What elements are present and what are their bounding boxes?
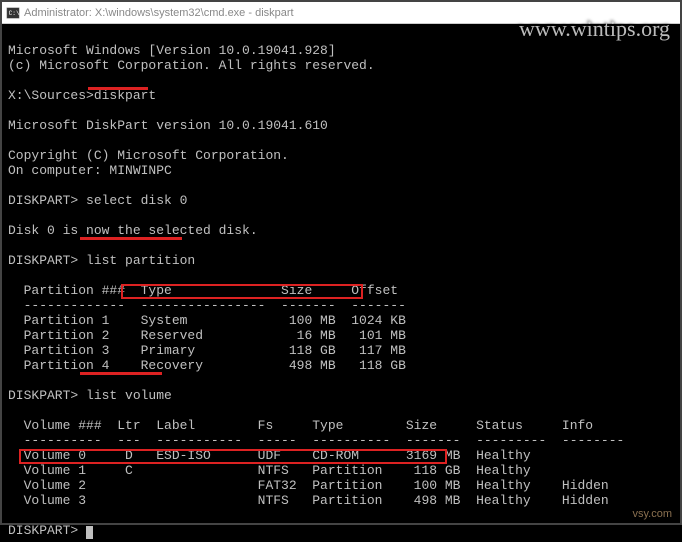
diskpart-prompt: DISKPART> select disk 0 [8,193,187,208]
svg-text:C:\: C:\ [9,9,20,16]
prompt-line: X:\Sources>diskpart [8,88,156,103]
volume-divider: ---------- --- ----------- ----- -------… [8,433,624,448]
result-line: Disk 0 is now the selected disk. [8,223,258,238]
volume-row: Volume 0 D ESD-ISO UDF CD-ROM 3169 MB He… [8,448,531,463]
partition-row: Partition 3 Primary 118 GB 117 MB [8,343,406,358]
partition-header: Partition ### Type Size Offset [8,283,398,298]
window-title: Administrator: X:\windows\system32\cmd.e… [24,7,294,19]
cursor [86,526,93,539]
terminal-output[interactable]: Microsoft Windows [Version 10.0.19041.92… [2,24,680,542]
volume-row: Volume 3 NTFS Partition 498 MB Healthy H… [8,493,609,508]
partition-row: Partition 2 Reserved 16 MB 101 MB [8,328,406,343]
partition-row: Partition 4 Recovery 498 MB 118 GB [8,358,406,373]
partition-row: Partition 1 System 100 MB 1024 KB [8,313,406,328]
computer-line: On computer: MINWINPC [8,163,172,178]
window-titlebar[interactable]: C:\ Administrator: X:\windows\system32\c… [2,2,680,24]
copyright-line: Copyright (C) Microsoft Corporation. [8,148,289,163]
footer-credit: vsy.com [632,508,672,520]
volume-row: Volume 2 FAT32 Partition 100 MB Healthy … [8,478,609,493]
diskpart-prompt: DISKPART> [8,523,86,538]
cmd-icon: C:\ [6,6,20,20]
diskpart-version: Microsoft DiskPart version 10.0.19041.61… [8,118,328,133]
volume-header: Volume ### Ltr Label Fs Type Size Status… [8,418,593,433]
volume-row: Volume 1 C NTFS Partition 118 GB Healthy [8,463,531,478]
partition-divider: ------------- ---------------- ------- -… [8,298,406,313]
banner-line: Microsoft Windows [Version 10.0.19041.92… [8,43,336,58]
diskpart-prompt: DISKPART> list volume [8,388,172,403]
diskpart-prompt: DISKPART> list partition [8,253,195,268]
banner-line: (c) Microsoft Corporation. All rights re… [8,58,375,73]
